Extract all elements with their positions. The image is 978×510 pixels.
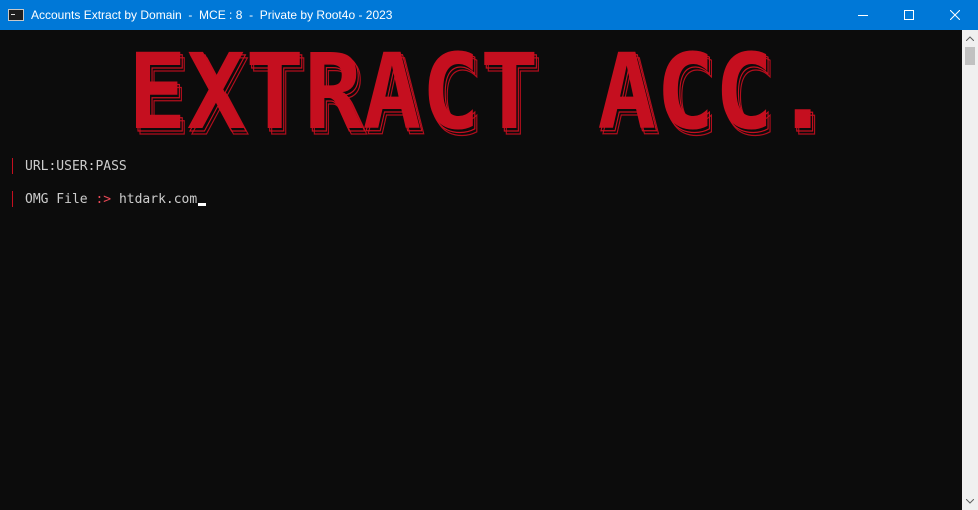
console-app-icon	[8, 9, 24, 21]
chevron-up-icon	[966, 36, 974, 41]
input-label: OMG File	[25, 191, 96, 207]
close-icon	[950, 10, 960, 20]
maximize-button[interactable]	[886, 0, 932, 30]
close-button[interactable]	[932, 0, 978, 30]
scroll-down-button[interactable]	[962, 493, 978, 510]
prompt-arrow: :>	[95, 191, 112, 207]
window-title: Accounts Extract by Domain - MCE : 8 - P…	[31, 8, 393, 22]
console-line-input[interactable]: OMG File :> htdark.com	[12, 190, 207, 208]
minimize-icon	[858, 15, 868, 16]
line-marker	[12, 158, 13, 174]
banner-text: EXTRACT ACC.	[128, 42, 832, 142]
console-output[interactable]: EXTRACT ACC. EXTRACT ACC. EXTRACT ACC. U…	[0, 30, 962, 510]
window-controls	[840, 0, 978, 30]
maximize-icon	[904, 10, 914, 20]
scroll-thumb[interactable]	[965, 47, 975, 65]
input-value[interactable]: htdark.com	[119, 192, 197, 207]
format-text: URL:USER:PASS	[25, 158, 127, 174]
chevron-down-icon	[966, 499, 974, 504]
console-line-format: URL:USER:PASS	[12, 157, 127, 175]
ascii-banner: EXTRACT ACC. EXTRACT ACC. EXTRACT ACC.	[128, 42, 837, 142]
vertical-scrollbar[interactable]	[962, 30, 978, 510]
title-bar[interactable]: Accounts Extract by Domain - MCE : 8 - P…	[0, 0, 978, 30]
scroll-up-button[interactable]	[962, 30, 978, 47]
text-cursor	[198, 203, 207, 206]
minimize-button[interactable]	[840, 0, 886, 30]
line-marker	[12, 191, 13, 207]
